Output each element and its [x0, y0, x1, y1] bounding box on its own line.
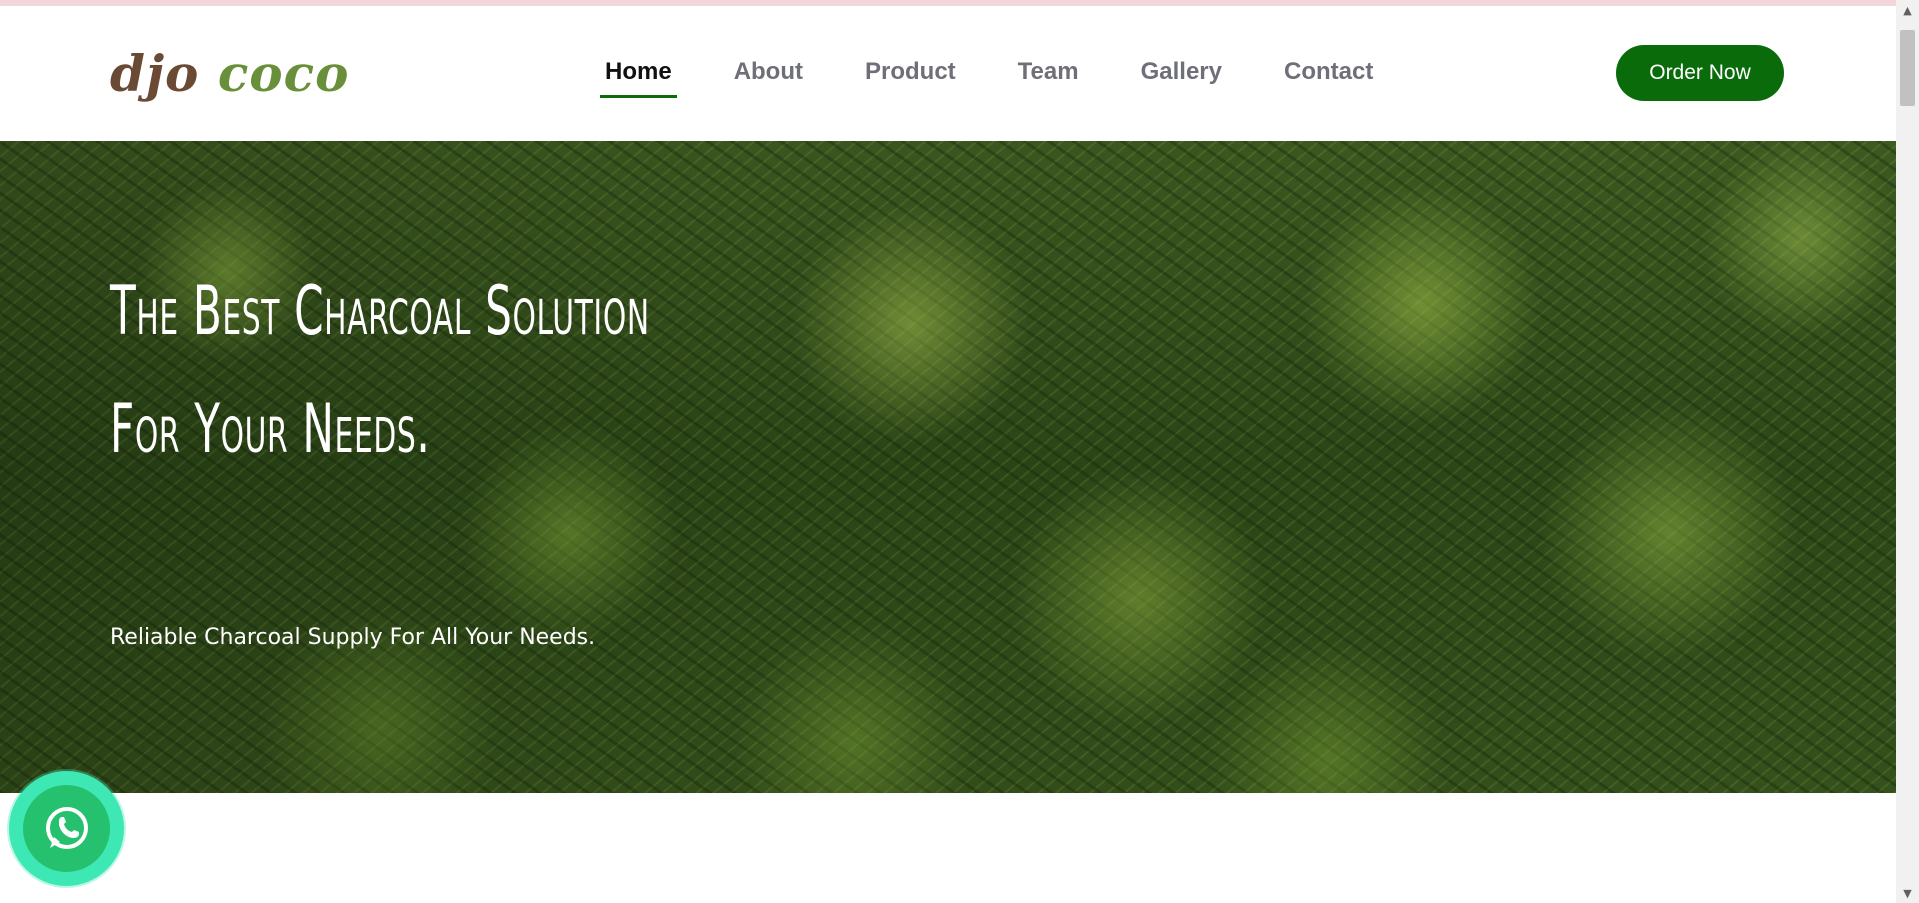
nav-about[interactable]: About: [729, 58, 808, 98]
order-now-button[interactable]: Order Now: [1616, 45, 1784, 101]
whatsapp-icon: [23, 785, 110, 872]
nav-product[interactable]: Product: [860, 58, 961, 98]
scroll-down-arrow-icon[interactable]: ▼: [1896, 883, 1919, 903]
brand-logo[interactable]: djo coco: [110, 44, 349, 103]
nav-team[interactable]: Team: [1013, 58, 1084, 98]
scroll-up-arrow-icon[interactable]: ▲: [1896, 0, 1919, 20]
nav-contact[interactable]: Contact: [1279, 58, 1378, 98]
vertical-scrollbar[interactable]: ▲ ▼: [1896, 0, 1919, 903]
whatsapp-chat-button[interactable]: [9, 771, 124, 886]
page-viewport: djo coco Home About Product Team Gallery…: [0, 0, 1896, 903]
logo-word-coco: coco: [217, 44, 350, 103]
main-nav: Home About Product Team Gallery Contact: [600, 58, 1378, 98]
logo-word-djo: djo: [110, 44, 200, 103]
nav-home[interactable]: Home: [600, 58, 677, 98]
hero-title: The Best Charcoal Solution For Your Need…: [110, 272, 650, 469]
scroll-thumb[interactable]: [1900, 30, 1915, 106]
hero-subtitle: Reliable Charcoal Supply For All Your Ne…: [110, 625, 596, 650]
site-header: djo coco Home About Product Team Gallery…: [0, 6, 1896, 141]
nav-gallery[interactable]: Gallery: [1136, 58, 1227, 98]
hero-banner: The Best Charcoal Solution For Your Need…: [0, 141, 1896, 793]
